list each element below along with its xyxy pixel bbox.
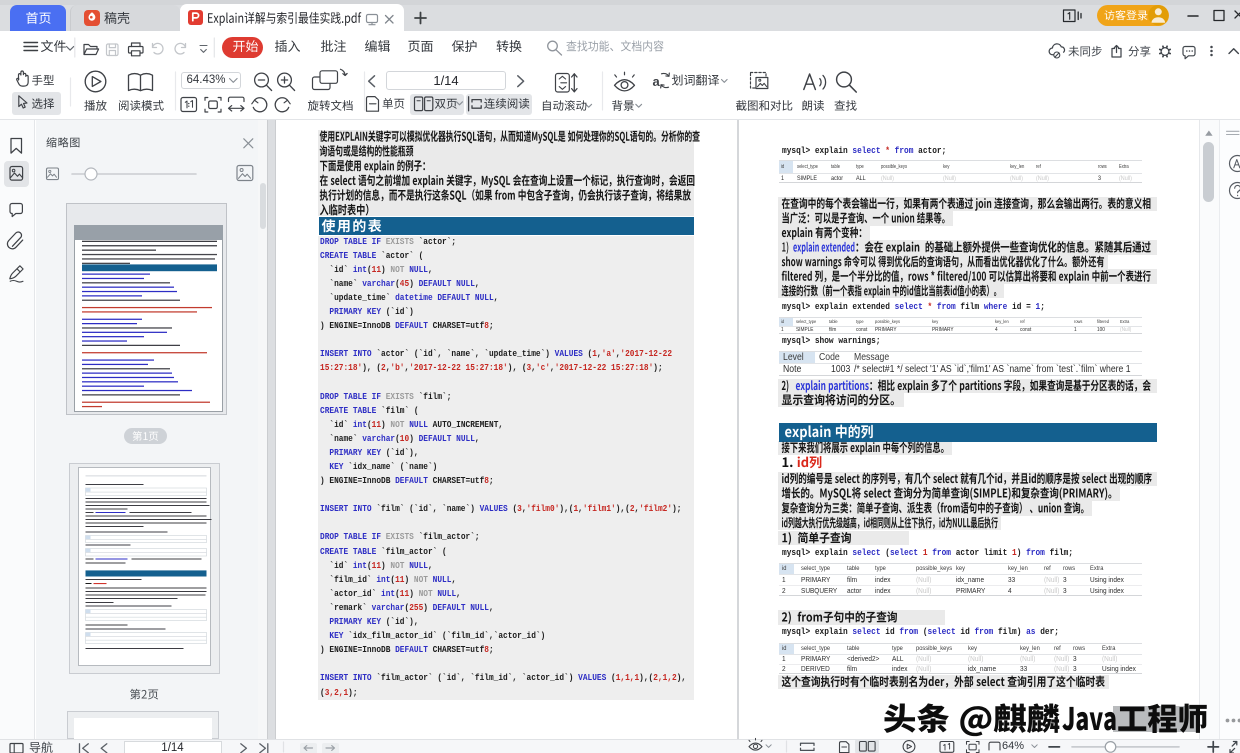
svg-text:a: a — [653, 74, 661, 89]
